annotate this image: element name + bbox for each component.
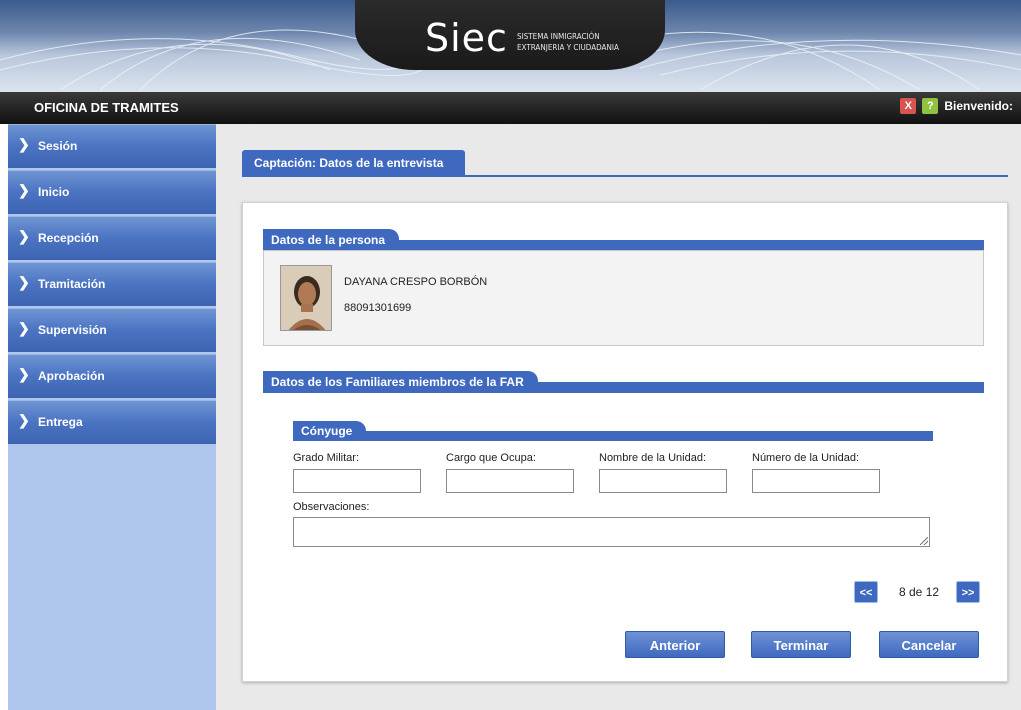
- sidebar-item-inicio[interactable]: ❯ Inicio: [8, 170, 216, 214]
- person-id-number: 88091301699: [344, 302, 412, 314]
- spouse-section-title: Cónyuge: [293, 421, 367, 441]
- sidebar-item-label: Entrega: [38, 415, 83, 429]
- grado-militar-input[interactable]: [293, 469, 421, 493]
- chevron-right-icon: ❯: [18, 274, 30, 290]
- observaciones-textarea[interactable]: [293, 517, 930, 547]
- tab-captacion[interactable]: Captación: Datos de la entrevista: [242, 150, 466, 176]
- help-icon[interactable]: ?: [922, 98, 939, 114]
- family-section-title: Datos de los Familiares miembros de la F…: [263, 371, 538, 393]
- chevron-right-icon: ❯: [18, 136, 30, 152]
- person-section-title: Datos de la persona: [263, 229, 400, 251]
- resize-grip-icon[interactable]: [920, 537, 928, 545]
- person-name: DAYANA CRESPO BORBÓN: [344, 276, 488, 288]
- person-card: DAYANA CRESPO BORBÓN 88091301699: [263, 250, 984, 346]
- section-bar: [293, 431, 933, 441]
- chevron-right-icon: ❯: [18, 320, 30, 336]
- tab-underline: [242, 175, 1008, 177]
- spouse-section-header: Cónyuge: [293, 421, 933, 441]
- pager-prev-button[interactable]: <<: [854, 581, 878, 603]
- sidebar-item-supervision[interactable]: ❯ Supervisión: [8, 308, 216, 352]
- sidebar-item-label: Inicio: [38, 185, 70, 199]
- sidebar-item-recepcion[interactable]: ❯ Recepción: [8, 216, 216, 260]
- sidebar-item-label: Tramitación: [38, 277, 106, 291]
- logo-subtitle: SISTEMA INMIGRACIÓN EXTRANJERIA Y CIUDAD…: [517, 31, 619, 53]
- sidebar-item-entrega[interactable]: ❯ Entrega: [8, 400, 216, 444]
- sidebar-item-tramitacion[interactable]: ❯ Tramitación: [8, 262, 216, 306]
- sidebar-item-aprobacion[interactable]: ❯ Aprobación: [8, 354, 216, 398]
- sidebar-item-label: Supervisión: [38, 323, 107, 337]
- top-bar-actions: X ? Bienvenido:: [900, 98, 1013, 114]
- top-bar: OFICINA DE TRAMITES X ? Bienvenido:: [0, 92, 1021, 124]
- chevron-right-icon: ❯: [18, 412, 30, 428]
- office-title: OFICINA DE TRAMITES: [34, 100, 179, 115]
- sidebar-item-label: Recepción: [38, 231, 99, 245]
- chevron-right-icon: ❯: [18, 228, 30, 244]
- numero-unidad-input[interactable]: [752, 469, 880, 493]
- header-banner: Siec SISTEMA INMIGRACIÓN EXTRANJERIA Y C…: [0, 0, 1021, 92]
- grado-militar-label: Grado Militar:: [293, 452, 360, 464]
- terminar-button[interactable]: Terminar: [751, 631, 851, 658]
- pager-status: 8 de 12: [899, 585, 940, 599]
- nombre-unidad-input[interactable]: [599, 469, 727, 493]
- welcome-text: Bienvenido:: [944, 99, 1013, 113]
- anterior-button[interactable]: Anterior: [625, 631, 725, 658]
- nombre-unidad-label: Nombre de la Unidad:: [599, 452, 707, 464]
- cancelar-button[interactable]: Cancelar: [879, 631, 979, 658]
- chevron-right-icon: ❯: [18, 366, 30, 382]
- logo: Siec: [425, 16, 508, 60]
- numero-unidad-label: Número de la Unidad:: [752, 452, 860, 464]
- main-content: Captación: Datos de la entrevista Datos …: [216, 124, 1021, 710]
- logo-subtitle-line2: EXTRANJERIA Y CIUDADANIA: [517, 43, 619, 52]
- sidebar-item-sesion[interactable]: ❯ Sesión: [8, 124, 216, 168]
- person-photo: [280, 265, 332, 331]
- sidebar: ❯ Sesión ❯ Inicio ❯ Recepción ❯ Tramitac…: [8, 124, 216, 710]
- interview-panel: Datos de la persona DAYANA CRESPO BORBÓN…: [242, 202, 1008, 682]
- person-photo-image: [281, 266, 331, 330]
- sidebar-item-label: Aprobación: [38, 369, 105, 383]
- cargo-input[interactable]: [446, 469, 574, 493]
- pager-next-button[interactable]: >>: [956, 581, 980, 603]
- logo-subtitle-line1: SISTEMA INMIGRACIÓN: [517, 32, 600, 41]
- chevron-right-icon: ❯: [18, 182, 30, 198]
- family-section-header: Datos de los Familiares miembros de la F…: [263, 371, 984, 393]
- sidebar-item-label: Sesión: [38, 139, 78, 153]
- observaciones-label: Observaciones:: [293, 501, 370, 513]
- person-section-header: Datos de la persona: [263, 229, 984, 251]
- cargo-label: Cargo que Ocupa:: [446, 452, 536, 464]
- close-icon[interactable]: X: [900, 98, 917, 114]
